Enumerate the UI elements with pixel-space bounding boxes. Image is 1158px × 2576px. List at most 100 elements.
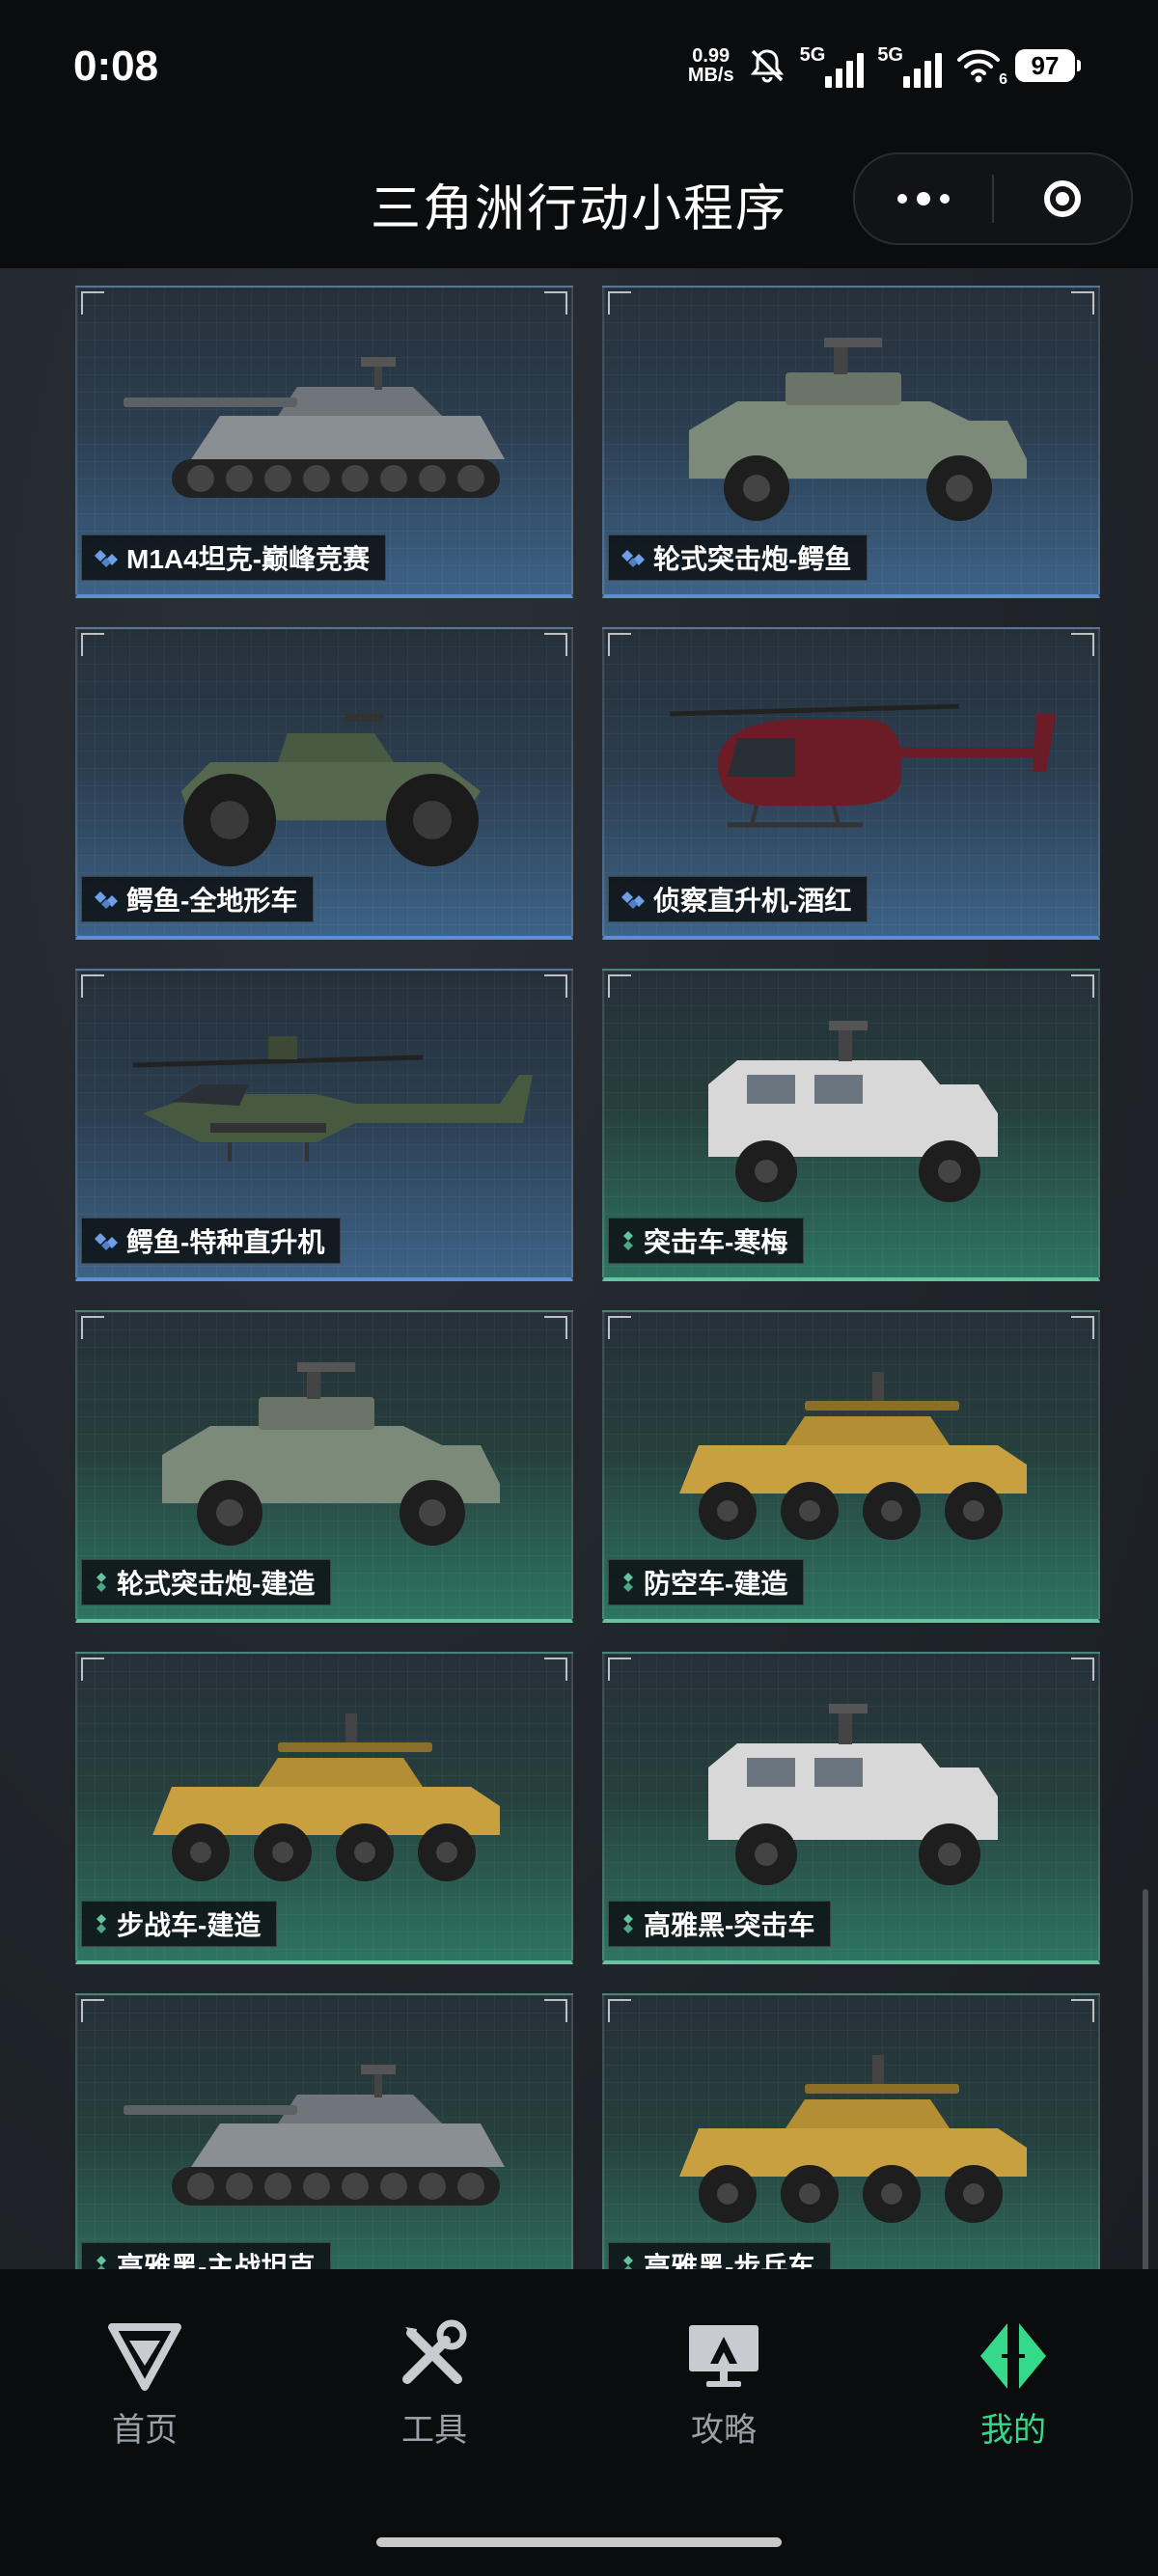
vehicle-card[interactable]: 侦察直升机-酒红 <box>602 627 1100 940</box>
card-corner <box>544 633 567 656</box>
battery-icon: 97 <box>1015 49 1081 82</box>
card-corner <box>81 291 104 315</box>
card-corner <box>81 1658 104 1681</box>
vehicle-card[interactable]: 鳄鱼-全地形车 <box>75 627 573 940</box>
vehicle-atv-image <box>104 656 548 878</box>
vehicle-card[interactable]: 高雅黑-步兵车 <box>602 1993 1100 2269</box>
vehicle-label: M1A4坦克-巅峰竞赛 <box>81 534 387 581</box>
vehicle-attack-helicopter-image <box>104 998 548 1219</box>
vehicle-card[interactable]: 高雅黑-主战坦克 <box>75 1993 573 2269</box>
vehicle-label: 高雅黑-步兵车 <box>608 2242 832 2269</box>
card-corner <box>608 1658 631 1681</box>
vehicle-label: 鳄鱼-特种直升机 <box>81 1218 342 1264</box>
nav-home[interactable]: 首页 <box>48 2316 241 2451</box>
title-bar: 三角洲行动小程序 <box>0 135 1158 268</box>
card-corner <box>544 1658 567 1681</box>
rarity-blue-icon <box>620 890 646 909</box>
vehicle-card[interactable]: 步战车-建造 <box>75 1652 573 1964</box>
card-corner <box>544 291 567 315</box>
vehicle-label: 步战车-建造 <box>81 1901 278 1947</box>
status-time: 0:08 <box>73 42 159 90</box>
card-corner <box>1071 291 1094 315</box>
card-corner <box>81 1999 104 2022</box>
nav-tools-label: 工具 <box>401 2412 467 2449</box>
wifi-badge: 6 <box>999 71 1007 88</box>
nav-guide-label: 攻略 <box>691 2412 757 2449</box>
signal-sim2-label: 5G <box>877 43 903 66</box>
vehicle-name: 鳄鱼-全地形车 <box>126 886 298 916</box>
mute-bell-icon <box>748 46 786 85</box>
vehicle-armored-car-image <box>104 1339 548 1561</box>
card-corner <box>81 633 104 656</box>
vehicle-label: 轮式突击炮-建造 <box>81 1559 332 1605</box>
vehicle-label: 高雅黑-突击车 <box>608 1901 832 1947</box>
vehicle-card[interactable]: 轮式突击炮-建造 <box>75 1310 573 1623</box>
vehicle-grid: M1A4坦克-巅峰竞赛 轮式突击炮-鳄鱼鳄鱼-全地形车 侦察直升机-酒红鳄鱼-特种直… <box>75 286 1100 2269</box>
vehicle-tank-image <box>104 315 548 536</box>
rarity-green-icon <box>94 2254 109 2269</box>
home-indicator[interactable] <box>376 2537 782 2547</box>
vehicle-name: 鳄鱼-特种直升机 <box>126 1227 325 1257</box>
vehicle-card[interactable]: 高雅黑-突击车 <box>602 1652 1100 1964</box>
vehicle-card[interactable]: 突击车-寒梅 <box>602 969 1100 1281</box>
vehicle-name: 高雅黑-主战坦克 <box>117 2252 316 2269</box>
wifi-icon: 6 <box>955 46 1007 88</box>
card-corner <box>608 1999 631 2022</box>
card-corner <box>608 633 631 656</box>
card-corner <box>1071 1999 1094 2022</box>
vehicle-scout-helicopter-image <box>631 656 1075 878</box>
card-corner <box>81 974 104 998</box>
vehicle-label: 侦察直升机-酒红 <box>608 876 868 922</box>
card-corner <box>608 291 631 315</box>
rarity-blue-icon <box>94 1231 119 1250</box>
vehicle-label: 鳄鱼-全地形车 <box>81 876 315 922</box>
signal-sim1-icon: 5G <box>800 44 865 88</box>
vehicle-ifv-image <box>631 1339 1075 1561</box>
rarity-blue-icon <box>94 548 119 567</box>
status-icons: 0.99 MB/s 5G 5G 6 97 <box>688 42 1081 89</box>
vehicle-armored-car-image <box>631 315 1075 536</box>
vehicle-name: 高雅黑-突击车 <box>644 1910 815 1940</box>
vehicle-ifv-image <box>104 1681 548 1903</box>
nav-profile-label: 我的 <box>980 2412 1046 2449</box>
close-miniprogram-button[interactable] <box>994 154 1131 243</box>
guide-monitor-icon <box>683 2316 764 2396</box>
delta-logo-icon <box>104 2316 185 2396</box>
vehicle-card[interactable]: M1A4坦克-巅峰竞赛 <box>75 286 573 598</box>
rarity-blue-icon <box>94 890 119 909</box>
rarity-green-icon <box>620 1229 636 1252</box>
vehicle-name: 防空车-建造 <box>644 1569 788 1599</box>
rarity-green-icon <box>620 1912 636 1935</box>
network-speed: 0.99 MB/s <box>688 46 734 85</box>
profile-logo-icon <box>973 2316 1054 2396</box>
rarity-green-icon <box>94 1912 109 1935</box>
rarity-green-icon <box>620 2254 636 2269</box>
vehicle-name: M1A4坦克-巅峰竞赛 <box>126 544 371 574</box>
vehicle-name: 高雅黑-步兵车 <box>644 2252 815 2269</box>
vehicle-card[interactable]: 轮式突击炮-鳄鱼 <box>602 286 1100 598</box>
card-corner <box>81 1316 104 1339</box>
nav-tools[interactable]: 工具 <box>338 2316 531 2451</box>
scrollbar[interactable] <box>1143 1889 1148 2269</box>
card-corner <box>608 974 631 998</box>
vehicle-card[interactable]: 防空车-建造 <box>602 1310 1100 1623</box>
vehicle-label: 突击车-寒梅 <box>608 1218 805 1264</box>
card-corner <box>1071 1658 1094 1681</box>
status-bar: 0:08 0.99 MB/s 5G 5G 6 97 <box>0 0 1158 135</box>
vehicle-name: 侦察直升机-酒红 <box>653 886 852 916</box>
target-close-icon <box>1044 180 1081 217</box>
card-corner <box>544 974 567 998</box>
more-options-button[interactable] <box>855 154 992 243</box>
signal-sim1-label: 5G <box>799 43 826 66</box>
vehicle-list-scroll[interactable]: M1A4坦克-巅峰竞赛 轮式突击炮-鳄鱼鳄鱼-全地形车 侦察直升机-酒红鳄鱼-特种直… <box>0 268 1158 2269</box>
nav-profile[interactable]: 我的 <box>917 2316 1110 2451</box>
vehicle-assault-vehicle-image <box>631 998 1075 1219</box>
vehicle-name: 突击车-寒梅 <box>644 1227 788 1257</box>
card-corner <box>544 1316 567 1339</box>
signal-sim2-icon: 5G <box>877 44 942 88</box>
vehicle-name: 轮式突击炮-鳄鱼 <box>653 544 852 574</box>
card-corner <box>1071 974 1094 998</box>
nav-guide[interactable]: 攻略 <box>627 2316 820 2451</box>
vehicle-card[interactable]: 鳄鱼-特种直升机 <box>75 969 573 1281</box>
nav-home-label: 首页 <box>112 2412 178 2449</box>
